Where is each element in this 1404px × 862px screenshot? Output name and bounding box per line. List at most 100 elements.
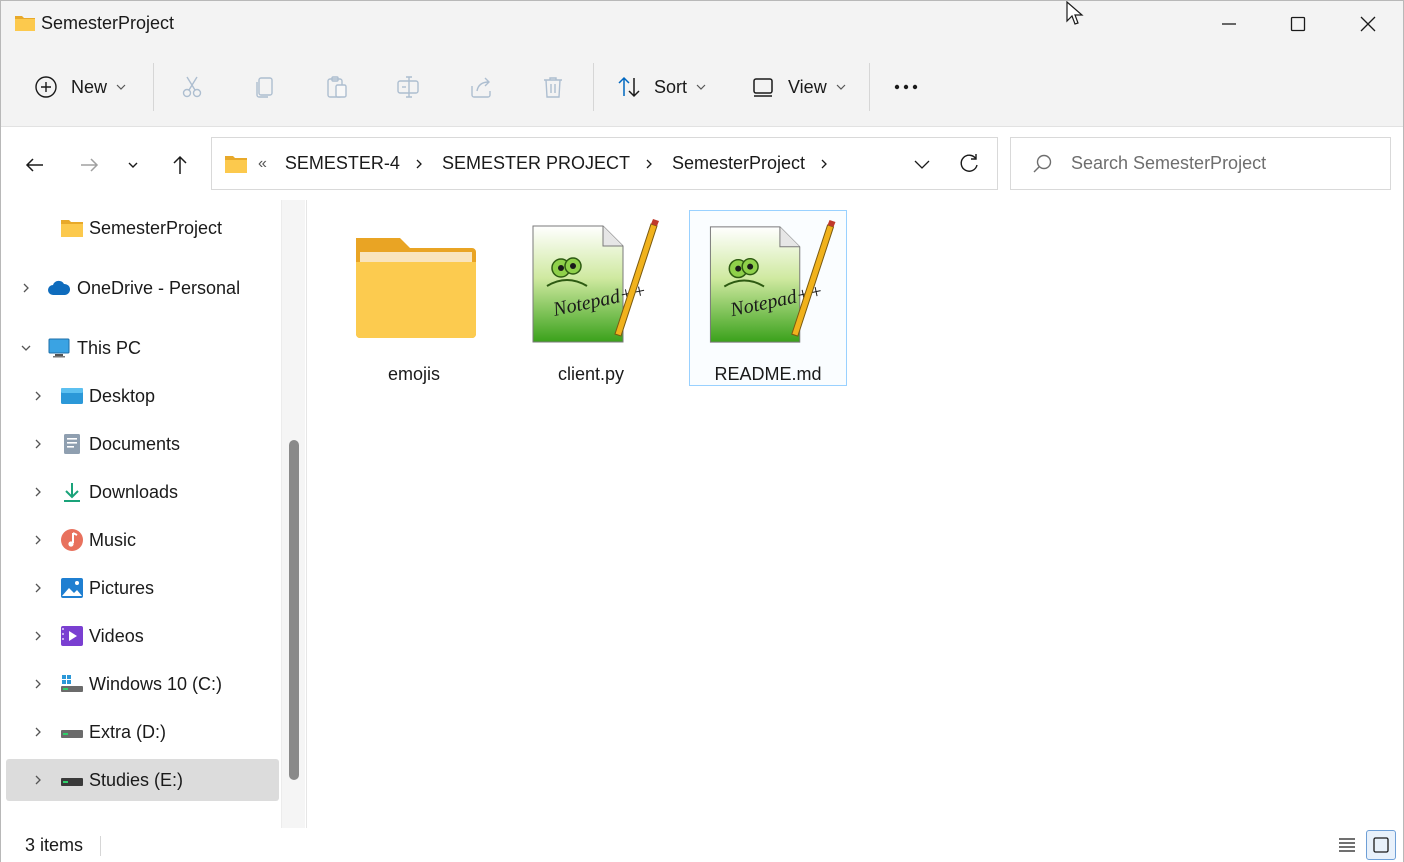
- file-name: client.py: [557, 364, 625, 384]
- new-button[interactable]: New: [33, 67, 127, 107]
- nav-item-studies-e[interactable]: Studies (E:): [6, 759, 279, 801]
- breadcrumb-overflow[interactable]: «: [258, 155, 267, 173]
- mouse-cursor-icon: [1066, 1, 1084, 25]
- delete-button[interactable]: [540, 67, 566, 107]
- nav-item-desktop[interactable]: Desktop: [6, 375, 279, 417]
- documents-icon: [64, 434, 80, 454]
- chevron-right-icon[interactable]: [31, 389, 45, 403]
- sort-button[interactable]: Sort: [616, 67, 707, 107]
- file-item-notepadpp[interactable]: Notepad++ README.md: [689, 210, 847, 386]
- nav-item-label: Downloads: [89, 481, 179, 502]
- nav-item-downloads[interactable]: Downloads: [6, 471, 279, 513]
- chevron-right-icon[interactable]: [414, 157, 424, 171]
- chevron-right-icon[interactable]: [31, 629, 45, 643]
- nav-item-label: SemesterProject: [89, 217, 223, 238]
- nav-item-extra-d[interactable]: Extra (D:): [6, 711, 279, 753]
- separator: [593, 63, 594, 111]
- forward-button[interactable]: [71, 147, 107, 183]
- nav-item-music[interactable]: Music: [6, 519, 279, 561]
- breadcrumb-item[interactable]: SEMESTER PROJECT: [442, 153, 630, 174]
- nav-item-label: Extra (D:): [89, 721, 167, 742]
- chevron-down-icon[interactable]: [19, 341, 33, 355]
- cut-button[interactable]: [179, 67, 205, 107]
- rename-icon: [397, 76, 419, 98]
- nav-item-windows-c[interactable]: Windows 10 (C:): [6, 663, 279, 705]
- search-box[interactable]: [1010, 137, 1391, 190]
- separator: [153, 63, 154, 111]
- share-button[interactable]: [468, 67, 494, 107]
- search-icon: [1033, 154, 1052, 172]
- nav-item-semesterproject[interactable]: SemesterProject: [6, 207, 279, 249]
- nav-item-label: Music: [89, 529, 137, 550]
- separator: [100, 836, 101, 856]
- chevron-down-icon: [128, 162, 138, 168]
- minimize-button[interactable]: [1194, 1, 1264, 47]
- folder-icon: [356, 238, 476, 338]
- chevron-right-icon[interactable]: [19, 281, 33, 295]
- nav-item-label: Windows 10 (C:): [89, 673, 223, 694]
- nav-item-this-pc[interactable]: This PC: [6, 327, 279, 369]
- scrollbar-thumb[interactable]: [289, 440, 299, 780]
- item-count: 3 items: [25, 835, 84, 855]
- title-bar: SemesterProject: [1, 1, 1403, 47]
- window-title: SemesterProject: [41, 13, 175, 33]
- status-bar: 3 items: [1, 828, 1403, 862]
- nav-item-label: OneDrive - Personal: [77, 277, 241, 298]
- sort-label: Sort: [654, 76, 688, 97]
- chevron-right-icon[interactable]: [31, 725, 45, 739]
- nav-item-videos[interactable]: Videos: [6, 615, 279, 657]
- chevron-right-icon[interactable]: [31, 485, 45, 499]
- plus-circle-icon: [35, 76, 57, 98]
- view-icon: [753, 78, 773, 97]
- large-icons-view-button[interactable]: [1366, 830, 1396, 860]
- monitor-icon: [48, 338, 70, 358]
- chevron-down-icon[interactable]: [911, 154, 933, 174]
- nav-item-label: Desktop: [89, 385, 156, 406]
- recent-locations-button[interactable]: [115, 147, 151, 183]
- more-options-button[interactable]: [893, 67, 919, 107]
- nav-item-documents[interactable]: Documents: [6, 423, 279, 465]
- nav-scrollbar[interactable]: [281, 200, 305, 828]
- back-button[interactable]: [17, 147, 53, 183]
- file-list: emojis Notepad++ client.py Notepad++ REA…: [306, 200, 1403, 828]
- copy-button[interactable]: [252, 67, 278, 107]
- search-input[interactable]: [1071, 153, 1371, 174]
- file-explorer-window: SemesterProject New Sort View « SEMESTER…: [0, 0, 1404, 862]
- chevron-right-icon[interactable]: [31, 581, 45, 595]
- file-item-notepadpp[interactable]: Notepad++ client.py: [512, 210, 670, 386]
- share-icon: [471, 77, 491, 98]
- address-bar[interactable]: « SEMESTER-4 SEMESTER PROJECT SemesterPr…: [211, 137, 998, 190]
- breadcrumb-item[interactable]: SemesterProject: [672, 153, 805, 174]
- more-icon: [894, 84, 918, 90]
- chevron-right-icon[interactable]: [31, 437, 45, 451]
- maximize-button[interactable]: [1263, 1, 1333, 47]
- chevron-right-icon[interactable]: [31, 533, 45, 547]
- download-icon: [64, 483, 80, 502]
- arrow-left-icon: [25, 158, 43, 172]
- breadcrumb-item[interactable]: SEMESTER-4: [285, 153, 400, 174]
- minimize-icon: [1222, 23, 1236, 25]
- details-view-icon: [1339, 838, 1355, 852]
- view-button[interactable]: View: [750, 67, 847, 107]
- paste-button[interactable]: [324, 67, 350, 107]
- close-button[interactable]: [1333, 1, 1403, 47]
- nav-item-onedrive[interactable]: OneDrive - Personal: [6, 267, 279, 309]
- file-name: README.md: [714, 364, 822, 384]
- folder-icon: [61, 220, 83, 237]
- nav-item-pictures[interactable]: Pictures: [6, 567, 279, 609]
- view-label: View: [788, 76, 827, 97]
- windows-drive-icon: [61, 675, 83, 692]
- chevron-right-icon[interactable]: [819, 157, 829, 171]
- chevron-down-icon: [696, 84, 706, 90]
- chevron-right-icon[interactable]: [644, 157, 654, 171]
- paste-icon: [327, 76, 347, 98]
- details-view-button[interactable]: [1332, 830, 1362, 860]
- command-bar: New Sort View: [1, 47, 1403, 127]
- chevron-right-icon[interactable]: [31, 677, 45, 691]
- chevron-right-icon[interactable]: [31, 773, 45, 787]
- file-item-folder[interactable]: emojis: [335, 210, 493, 386]
- rename-button[interactable]: [395, 67, 421, 107]
- up-button[interactable]: [162, 147, 198, 183]
- refresh-icon[interactable]: [957, 151, 981, 175]
- nav-item-label: Videos: [89, 625, 144, 646]
